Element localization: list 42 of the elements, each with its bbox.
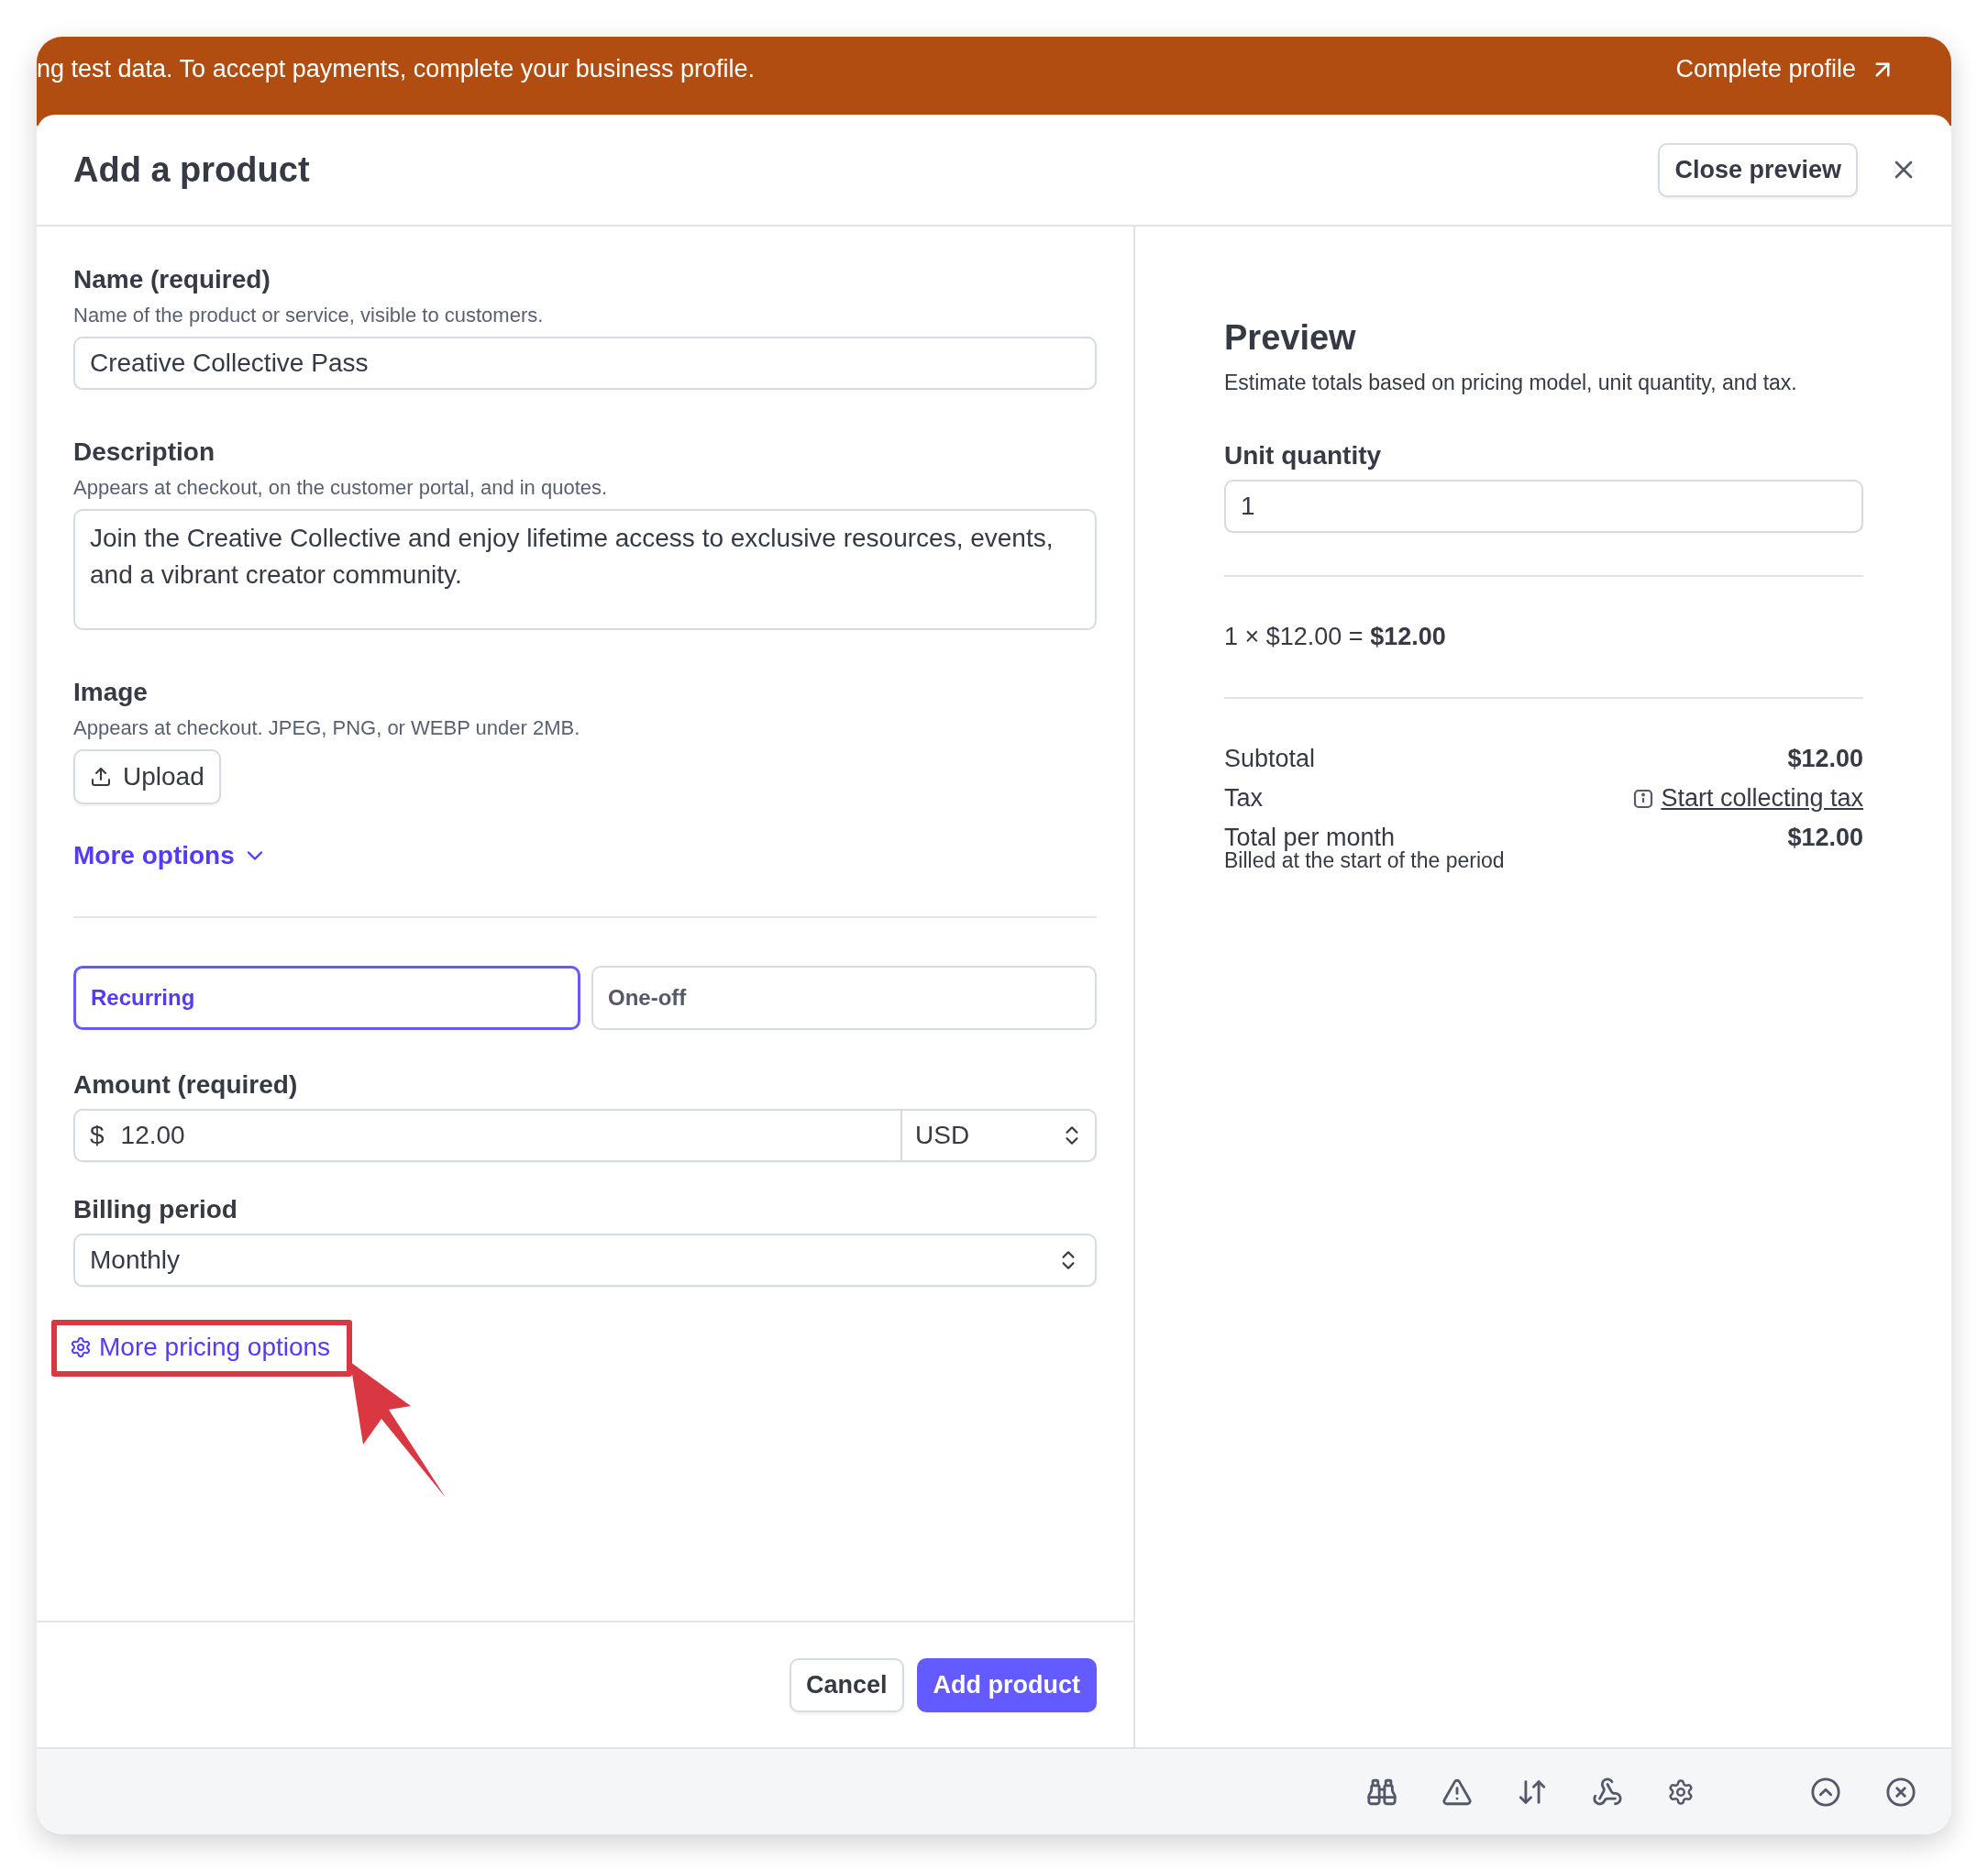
add-product-button[interactable]: Add product: [916, 1657, 1097, 1712]
field-hint: Appears at checkout. JPEG, PNG, or WEBP under 2MB.: [73, 716, 581, 740]
description-textarea[interactable]: Join the Creative Collective and enjoy lifetime access to exclusive resources, events, and a vibrant creator community.: [73, 509, 1097, 630]
preview-subtitle: Estimate totals based on pricing model, unit quantity, and tax.: [1224, 371, 1798, 395]
price-calculation: 1 × $12.00 = $12.00: [1224, 623, 1447, 651]
summary-label: Total per month: [1224, 824, 1396, 852]
field-label: Image: [73, 678, 149, 707]
webhook-icon[interactable]: [1592, 1776, 1623, 1808]
summary-amount: $12.00: [1787, 824, 1863, 852]
gear-icon: [70, 1336, 92, 1358]
unit-quantity-input[interactable]: 1: [1224, 480, 1863, 533]
chevron-up-circle-icon[interactable]: [1810, 1776, 1841, 1808]
field-hint: Name of the product or service, visible to customers.: [73, 304, 545, 327]
field-label: Description: [73, 437, 216, 467]
pricing-type-tab[interactable]: Recurring: [73, 966, 580, 1030]
complete-profile-link[interactable]: Complete profile: [1675, 55, 1896, 83]
field-label: Billing period: [73, 1195, 238, 1224]
field-label: Amount (required): [73, 1070, 299, 1100]
close-preview-button[interactable]: Close preview: [1658, 142, 1858, 197]
upload-icon: [90, 766, 112, 788]
settings-icon[interactable]: [1667, 1777, 1695, 1806]
currency-select[interactable]: USD: [900, 1111, 1084, 1160]
upload-button[interactable]: Upload: [73, 749, 221, 804]
more-pricing-options-link[interactable]: More pricing options: [70, 1333, 331, 1362]
field-label: Unit quantity: [1224, 441, 1383, 471]
field-label: Name (required): [73, 265, 271, 294]
summary-label: Tax: [1224, 784, 1264, 813]
start-collecting-tax-link[interactable]: Start collecting tax: [1633, 784, 1863, 813]
name-input[interactable]: Creative Collective Pass: [73, 337, 1097, 390]
dialog-title: Add a product: [73, 149, 310, 190]
summary-label: Subtotal: [1224, 745, 1316, 773]
summary-amount: $12.00: [1787, 745, 1863, 773]
banner-message: ng test data. To accept payments, complete your business profile.: [37, 55, 755, 83]
field-hint: Appears at checkout, on the customer portal, and in quotes.: [73, 476, 609, 500]
billing-period-select[interactable]: Monthly: [73, 1234, 1097, 1287]
amount-input[interactable]: $ 12.00 USD: [73, 1109, 1097, 1162]
close-circle-icon[interactable]: [1885, 1776, 1916, 1808]
cancel-button[interactable]: Cancel: [789, 1657, 904, 1712]
more-options-link[interactable]: More options: [73, 841, 268, 870]
preview-title: Preview: [1224, 318, 1357, 358]
info-icon: [1633, 788, 1654, 809]
pricing-type-tab[interactable]: One-off: [591, 966, 1097, 1030]
